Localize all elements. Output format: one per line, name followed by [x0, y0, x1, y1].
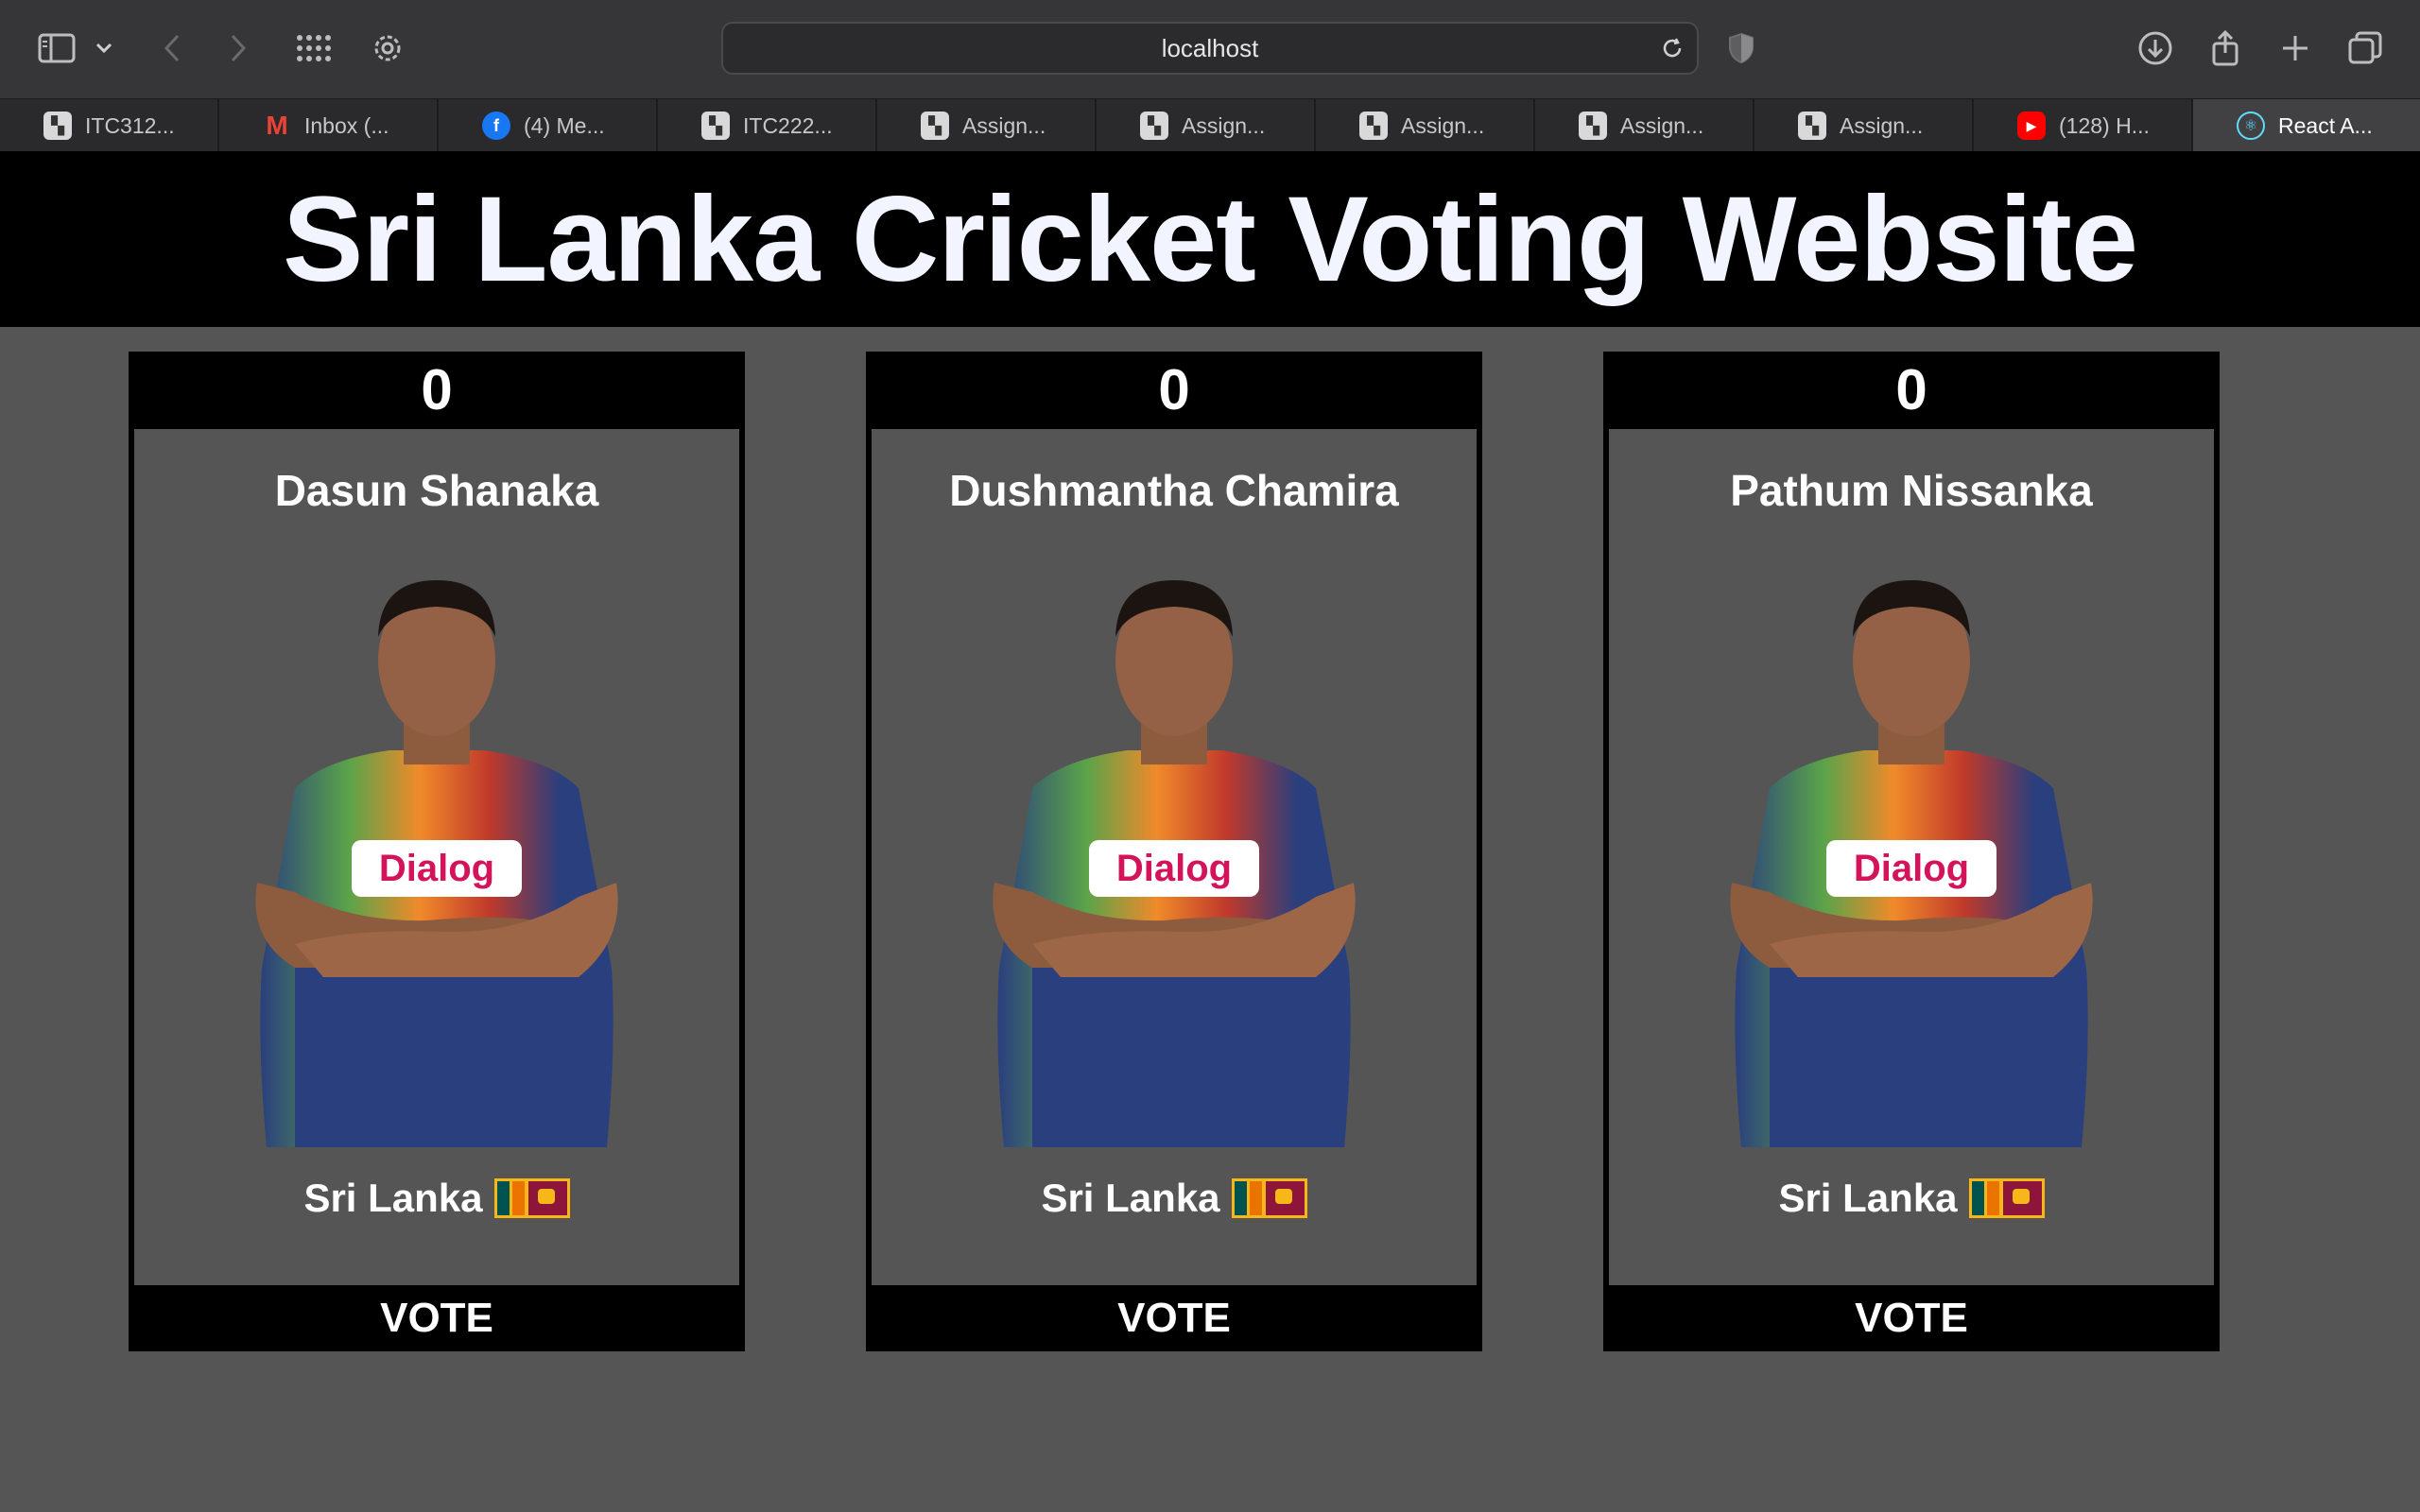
share-icon[interactable] [2203, 26, 2248, 71]
address-text: localhost [1161, 33, 1259, 62]
tab-bar: ▚ ITC312... M Inbox (... f (4) Me... ▚ I… [0, 98, 2420, 152]
address-bar[interactable]: localhost [721, 22, 1699, 75]
university-icon: ▚ [1579, 112, 1607, 140]
tab-item[interactable]: ▚ Assign... [1316, 99, 1535, 152]
tab-label: (128) H... [2059, 112, 2150, 138]
vote-button[interactable]: VOTE [129, 1285, 745, 1351]
tab-item[interactable]: ▚ ITC312... [0, 99, 219, 152]
vote-count: 0 [421, 357, 453, 421]
tab-item[interactable]: f (4) Me... [439, 99, 658, 152]
vote-count: 0 [1158, 357, 1190, 421]
player-name: Pathum Nissanka [1730, 466, 2093, 515]
tab-label: Assign... [1840, 112, 1924, 138]
country-label: Sri Lanka [1041, 1176, 1220, 1220]
youtube-icon: ▶ [2017, 112, 2046, 140]
university-icon: ▚ [921, 112, 949, 140]
player-card: 0 Dushmantha Chamira Sri Lanka VOTE [866, 352, 1482, 1351]
tab-item[interactable]: ▚ Assign... [1097, 99, 1316, 152]
university-icon: ▚ [1359, 112, 1388, 140]
tab-item[interactable]: ▚ Assign... [877, 99, 1097, 152]
chevron-down-icon[interactable] [85, 26, 123, 71]
react-icon: ⚛ [2237, 112, 2265, 140]
page-header: Sri Lanka Cricket Voting Website [0, 151, 2420, 327]
forward-icon[interactable] [216, 26, 261, 71]
player-photo [238, 571, 635, 1147]
player-card: 0 Dasun Shanaka Sri Lanka VOTE [129, 352, 745, 1351]
tab-item[interactable]: M Inbox (... [219, 99, 439, 152]
privacy-shield-icon[interactable] [1719, 26, 1764, 71]
gear-icon[interactable] [365, 26, 410, 71]
page-title: Sri Lanka Cricket Voting Website [283, 171, 2138, 307]
vote-button[interactable]: VOTE [866, 1285, 1482, 1351]
sidebar-toggle-icon[interactable] [34, 26, 79, 71]
tab-label: ITC312... [85, 112, 175, 138]
player-name: Dushmantha Chamira [949, 466, 1399, 515]
player-country: Sri Lanka [872, 1176, 1477, 1221]
player-country: Sri Lanka [1609, 1176, 2214, 1221]
player-country: Sri Lanka [134, 1176, 739, 1221]
tab-label: Assign... [962, 112, 1046, 138]
grid-icon[interactable] [291, 26, 337, 71]
browser-toolbar: localhost [0, 0, 2420, 98]
player-photo [1713, 571, 2110, 1147]
sri-lanka-flag-icon [493, 1178, 570, 1218]
player-card: 0 Pathum Nissanka Sri Lanka VOTE [1603, 352, 2220, 1351]
tab-item[interactable]: ▚ Assign... [1535, 99, 1754, 152]
gmail-icon: M [266, 111, 288, 140]
sri-lanka-flag-icon [1231, 1178, 1307, 1218]
tab-label: Inbox (... [304, 112, 389, 138]
reload-icon[interactable] [1657, 33, 1687, 63]
tab-label: Assign... [1401, 112, 1485, 138]
tab-label: Assign... [1620, 112, 1704, 138]
country-label: Sri Lanka [1778, 1176, 1958, 1220]
university-icon: ▚ [1140, 112, 1168, 140]
tab-label: (4) Me... [524, 112, 605, 138]
tab-item[interactable]: ▚ ITC222... [658, 99, 877, 152]
download-icon[interactable] [2133, 26, 2178, 71]
university-icon: ▚ [701, 112, 730, 140]
new-tab-icon[interactable] [2273, 26, 2318, 71]
player-photo [976, 571, 1373, 1147]
tab-item[interactable]: ▚ Assign... [1754, 99, 1974, 152]
university-icon: ▚ [43, 112, 72, 140]
tab-label: Assign... [1182, 112, 1266, 138]
tab-label: ITC222... [743, 112, 833, 138]
facebook-icon: f [482, 112, 510, 140]
back-icon[interactable] [149, 26, 195, 71]
country-label: Sri Lanka [303, 1176, 483, 1220]
player-card-body: Dasun Shanaka Sri Lanka [134, 429, 739, 1285]
tab-item[interactable]: ▶ (128) H... [1974, 99, 2193, 152]
vote-count: 0 [1895, 357, 1927, 421]
vote-button[interactable]: VOTE [1603, 1285, 2220, 1351]
sri-lanka-flag-icon [1968, 1178, 2045, 1218]
tab-label: React A... [2278, 112, 2373, 138]
university-icon: ▚ [1798, 112, 1826, 140]
tab-item-active[interactable]: ⚛ React A... [2193, 99, 2420, 152]
player-name: Dasun Shanaka [274, 466, 599, 515]
tab-overview-icon[interactable] [2342, 26, 2388, 71]
player-card-body: Dushmantha Chamira Sri Lanka [872, 429, 1477, 1285]
player-card-body: Pathum Nissanka Sri Lanka [1609, 429, 2214, 1285]
